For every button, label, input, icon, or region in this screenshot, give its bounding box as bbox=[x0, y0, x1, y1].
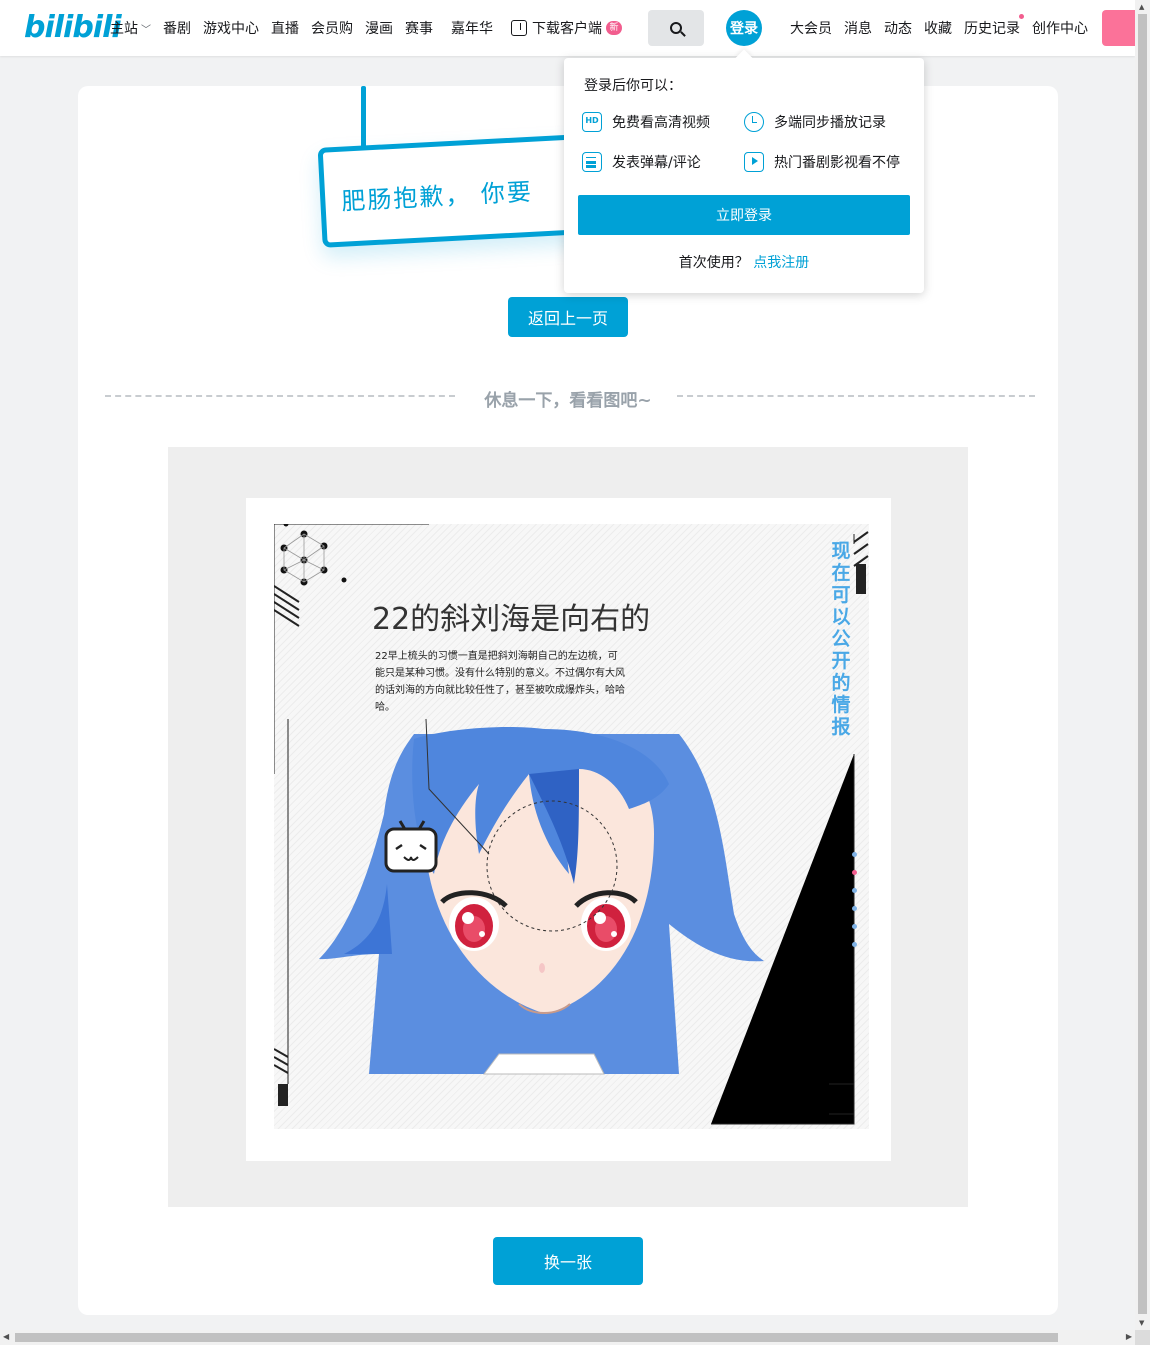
chevron-down-icon: ﹀ bbox=[141, 24, 151, 36]
divider-text: 休息一下，看看图吧~ bbox=[484, 391, 652, 411]
nav-left: 主站 ﹀ 番剧 游戏中心 直播 会员购 漫画 赛事 嘉年华 下载客户端 新 bbox=[110, 0, 634, 56]
download-icon bbox=[511, 20, 527, 36]
scrollbar-corner bbox=[1135, 1330, 1150, 1345]
scroll-right-icon[interactable]: ▶ bbox=[1126, 1332, 1132, 1341]
nav-item-anime[interactable]: 番剧 bbox=[163, 18, 191, 38]
illustration-vertical-text: 现在可以公开的情报 bbox=[831, 540, 851, 738]
scroll-up-icon[interactable]: ▲ bbox=[1139, 3, 1144, 11]
nav-item-download-client[interactable]: 下载客户端 新 bbox=[511, 18, 622, 38]
nav-item-label: 番剧 bbox=[163, 21, 191, 37]
new-badge: 新 bbox=[606, 21, 622, 35]
next-picture-button[interactable]: 换一张 bbox=[493, 1237, 643, 1285]
top-header: bilibili 主站 ﹀ 番剧 游戏中心 直播 会员购 漫画 赛事 嘉年华 下… bbox=[0, 0, 1135, 56]
clock-icon bbox=[744, 112, 764, 132]
feature-danmaku: 发表弹幕/评论 bbox=[582, 152, 701, 172]
back-button[interactable]: 返回上一页 bbox=[508, 297, 628, 337]
nav-item-manga[interactable]: 漫画 bbox=[365, 18, 393, 38]
feature-hd: HD 免费看高清视频 bbox=[582, 112, 710, 132]
dot bbox=[852, 942, 857, 947]
nav-item-label: 创作中心 bbox=[1032, 21, 1088, 37]
play-icon bbox=[744, 152, 764, 172]
nav-item-label: 收藏 bbox=[924, 21, 952, 37]
nav-item-esports[interactable]: 赛事 bbox=[405, 18, 433, 38]
nav-item-label: 消息 bbox=[844, 21, 872, 37]
illustration-title: 22的斜刘海是向右的 bbox=[372, 602, 651, 637]
register-prompt: 首次使用？ 点我注册 bbox=[564, 252, 924, 272]
dot bbox=[852, 924, 857, 929]
illustration-canvas: 22的斜刘海是向右的 22早上梳头的习惯一直是把斜刘海朝自己的左边梳，可能只是某… bbox=[274, 524, 869, 1129]
vertical-scrollbar[interactable]: ▲ ▼ bbox=[1135, 0, 1150, 1330]
nav-item-label: 游戏中心 bbox=[203, 21, 259, 37]
search-icon bbox=[670, 22, 682, 34]
login-now-button[interactable]: 立即登录 bbox=[578, 195, 910, 235]
feature-label: 免费看高清视频 bbox=[612, 115, 710, 131]
dot bbox=[852, 870, 857, 875]
nav-item-messages[interactable]: 消息 bbox=[844, 18, 872, 38]
nav-item-vip[interactable]: 大会员 bbox=[790, 18, 832, 38]
divider-dash-right bbox=[677, 395, 1035, 397]
upload-button[interactable] bbox=[1102, 10, 1135, 46]
feature-label: 热门番剧影视看不停 bbox=[774, 155, 900, 171]
nav-item-label: 漫画 bbox=[365, 21, 393, 37]
nav-item-label: 赛事 bbox=[405, 21, 433, 37]
nav-right: 大会员 消息 动态 收藏 历史记录 创作中心 bbox=[790, 0, 1100, 56]
nav-item-main[interactable]: 主站 ﹀ bbox=[110, 18, 151, 38]
feature-sync-history: 多端同步播放记录 bbox=[744, 112, 886, 132]
nav-item-mall[interactable]: 会员购 bbox=[311, 18, 353, 38]
illustration-description: 22早上梳头的习惯一直是把斜刘海朝自己的左边梳，可能只是某种习惯。没有什么特别的… bbox=[375, 651, 625, 713]
nav-item-label: 下载客户端 bbox=[532, 21, 602, 37]
nav-item-label: 会员购 bbox=[311, 21, 353, 37]
feature-label: 多端同步播放记录 bbox=[774, 115, 886, 131]
nav-item-dynamics[interactable]: 动态 bbox=[884, 18, 912, 38]
danmaku-icon bbox=[582, 152, 602, 172]
nav-item-history[interactable]: 历史记录 bbox=[964, 14, 1024, 38]
nav-item-label: 大会员 bbox=[790, 21, 832, 37]
vertical-scroll-thumb[interactable] bbox=[1138, 14, 1147, 1314]
error-sign-text: 肥肠抱歉， 你要 bbox=[340, 177, 534, 216]
illustration: 22的斜刘海是向右的 22早上梳头的习惯一直是把斜刘海朝自己的左边梳，可能只是某… bbox=[246, 498, 891, 1161]
divider-dash-left bbox=[105, 395, 455, 397]
nav-item-label: 嘉年华 bbox=[451, 21, 493, 37]
register-link[interactable]: 点我注册 bbox=[753, 255, 809, 271]
nav-item-label: 历史记录 bbox=[964, 21, 1020, 37]
nav-item-creator-center[interactable]: 创作中心 bbox=[1032, 18, 1088, 38]
illustration-dots bbox=[852, 852, 857, 960]
dot bbox=[852, 852, 857, 857]
feature-anime: 热门番剧影视看不停 bbox=[744, 152, 900, 172]
scroll-left-icon[interactable]: ◀ bbox=[3, 1332, 9, 1341]
first-use-text: 首次使用？ bbox=[678, 255, 749, 271]
nav-item-live[interactable]: 直播 bbox=[271, 18, 299, 38]
dot bbox=[852, 906, 857, 911]
dot bbox=[852, 888, 857, 893]
nav-item-label: 主站 bbox=[110, 21, 138, 37]
nav-item-favorites[interactable]: 收藏 bbox=[924, 18, 952, 38]
bilibili-logo[interactable]: bilibili bbox=[24, 10, 122, 45]
nav-item-game-center[interactable]: 游戏中心 bbox=[203, 18, 259, 38]
notification-dot bbox=[1019, 14, 1024, 19]
login-avatar-button[interactable]: 登录 bbox=[726, 10, 762, 46]
horizontal-scrollbar[interactable]: ◀ ▶ bbox=[0, 1330, 1135, 1345]
login-popover: 登录后你可以： HD 免费看高清视频 多端同步播放记录 发表弹幕/评论 热门番剧… bbox=[564, 58, 924, 293]
nav-item-label: 动态 bbox=[884, 21, 912, 37]
horizontal-scroll-thumb[interactable] bbox=[15, 1333, 1058, 1342]
nav-item-label: 直播 bbox=[271, 21, 299, 37]
hd-icon: HD bbox=[582, 112, 602, 132]
popover-title: 登录后你可以： bbox=[584, 78, 682, 94]
scroll-down-icon[interactable]: ▼ bbox=[1139, 1319, 1144, 1327]
feature-label: 发表弹幕/评论 bbox=[612, 155, 701, 171]
search-button[interactable] bbox=[648, 10, 704, 46]
nav-item-carnival[interactable]: 嘉年华 bbox=[451, 18, 493, 38]
